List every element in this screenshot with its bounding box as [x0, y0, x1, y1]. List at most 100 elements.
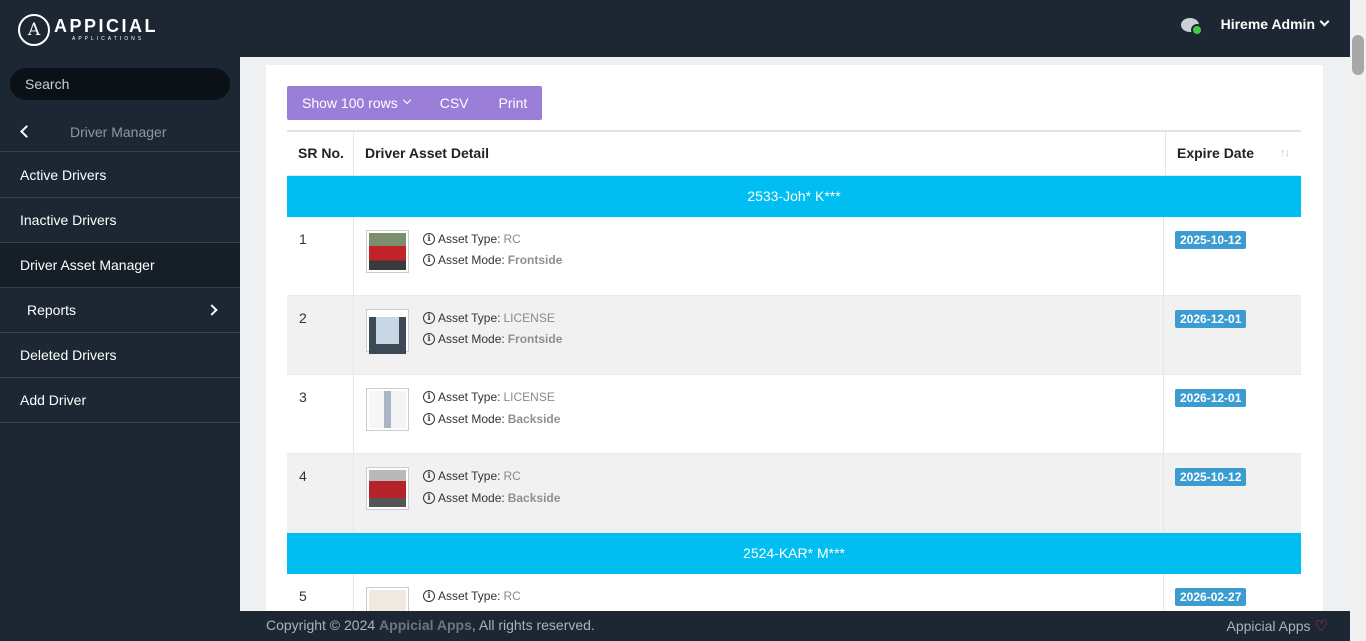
column-header-asset-detail[interactable]: Driver Asset Detail	[354, 132, 1166, 176]
asset-type-value: LICENSE	[503, 390, 555, 404]
expire-date-badge: 2026-12-01	[1175, 310, 1247, 328]
asset-thumbnail[interactable]	[366, 230, 409, 273]
asset-table: SR No. Driver Asset Detail Expire Date ↑…	[287, 130, 1301, 611]
asset-type-value: RC	[503, 232, 521, 246]
expire-date-badge: 2025-10-12	[1175, 231, 1247, 249]
footer: Copyright © 2024 Appicial Apps, All righ…	[240, 611, 1350, 641]
asset-mode-label: Asset Mode:	[438, 253, 505, 267]
asset-cell: i Asset Type: RC i Asset Mode: Frontside	[354, 217, 1164, 295]
asset-type-line: i Asset Type: RC	[423, 469, 521, 483]
user-menu[interactable]: Hireme Admin	[1180, 12, 1330, 36]
sidebar-item-label: Reports	[27, 302, 77, 318]
asset-type-line: i Asset Type: LICENSE	[423, 311, 555, 325]
asset-thumbnail[interactable]	[366, 388, 409, 431]
table-row: 4 i Asset Type: RC i Asset Mode: Backside 20…	[287, 454, 1301, 533]
table-row: 3 i Asset Type: LICENSE i Asset Mode: Backsi…	[287, 375, 1301, 454]
sr-cell: 1	[287, 217, 354, 295]
table-row: 1 i Asset Type: RC i Asset Mode: Frontside 2…	[287, 217, 1301, 296]
chevron-down-icon	[1319, 16, 1330, 26]
asset-type-label: Asset Type:	[438, 311, 501, 325]
asset-mode-value: Backside	[507, 491, 561, 505]
sr-cell: 4	[287, 454, 354, 532]
asset-type-line: i Asset Type: RC	[423, 232, 521, 246]
sidebar: Search Driver Manager Active Drivers Ina…	[0, 57, 240, 641]
page-scrollbar[interactable]	[1350, 0, 1366, 641]
expire-cell: 2025-10-12	[1175, 468, 1247, 486]
asset-thumbnail[interactable]	[366, 587, 409, 611]
sr-cell: 3	[287, 375, 354, 453]
csv-button[interactable]: CSV	[425, 86, 484, 120]
expire-cell: 2025-10-12	[1175, 231, 1247, 249]
copyright-text: Copyright © 2024 Appicial Apps, All righ…	[266, 617, 595, 633]
asset-type-label: Asset Type:	[438, 469, 501, 483]
sr-cell: 5	[287, 574, 354, 611]
asset-mode-line: i Asset Mode: Frontside	[423, 332, 562, 346]
heart-icon: ♡	[1314, 618, 1328, 635]
expire-date-badge: 2025-10-12	[1175, 468, 1247, 486]
asset-type-line: i Asset Type: RC	[423, 589, 521, 603]
logo-mark: A	[18, 14, 50, 46]
asset-thumbnail[interactable]	[366, 309, 409, 354]
asset-type-value: LICENSE	[503, 311, 555, 325]
sidebar-back-row[interactable]: Driver Manager	[0, 112, 240, 152]
column-header-expire-date[interactable]: Expire Date ↑↓	[1166, 132, 1301, 176]
group-row: 2524-KAR* M***	[287, 533, 1301, 574]
sidebar-item-driver-asset-manager[interactable]: Driver Asset Manager	[0, 243, 240, 288]
info-icon: i	[423, 333, 435, 345]
asset-mode-value: Frontside	[507, 332, 563, 346]
column-header-label: Expire Date	[1177, 145, 1255, 161]
sidebar-item-add-driver[interactable]: Add Driver	[0, 378, 240, 423]
table-header: SR No. Driver Asset Detail Expire Date ↑…	[287, 132, 1301, 176]
group-row: 2533-Joh* K***	[287, 176, 1301, 217]
copyright-suffix: , All rights reserved.	[471, 617, 595, 633]
asset-type-line: i Asset Type: LICENSE	[423, 390, 555, 404]
chevron-left-icon[interactable]	[20, 125, 33, 138]
asset-type-value: RC	[503, 469, 521, 483]
chevron-down-icon	[402, 95, 411, 105]
sidebar-item-active-drivers[interactable]: Active Drivers	[0, 153, 240, 198]
scrollbar-thumb[interactable]	[1352, 35, 1364, 75]
user-name: Hireme Admin	[1220, 16, 1315, 32]
sort-icon[interactable]: ↑↓	[1280, 132, 1290, 174]
asset-mode-line: i Asset Mode: Backside	[423, 491, 560, 505]
asset-type-label: Asset Type:	[438, 232, 501, 246]
top-bar: A APPICIAL APPLICATIONS Hireme Admin	[0, 0, 1366, 57]
sidebar-item-deleted-drivers[interactable]: Deleted Drivers	[0, 333, 240, 378]
table-row: 2 i Asset Type: LICENSE i Asset Mode: Fronts…	[287, 296, 1301, 375]
table-row: 5 i Asset Type: RC 2026-02-27	[287, 574, 1301, 611]
expire-cell: 2026-12-01	[1175, 389, 1247, 407]
print-button[interactable]: Print	[484, 86, 543, 120]
sidebar-item-inactive-drivers[interactable]: Inactive Drivers	[0, 198, 240, 243]
show-rows-label: Show 100 rows	[302, 95, 398, 111]
info-icon: i	[423, 254, 435, 266]
logo-title: APPICIAL	[54, 16, 159, 36]
asset-cell: i Asset Type: RC i Asset Mode: Backside	[354, 454, 1164, 532]
app-logo[interactable]: A APPICIAL APPLICATIONS	[18, 14, 158, 46]
asset-thumbnail[interactable]	[366, 467, 409, 510]
info-icon: i	[423, 312, 435, 324]
asset-type-label: Asset Type:	[438, 390, 501, 404]
column-header-sr[interactable]: SR No.	[287, 132, 354, 176]
logo-subtitle: APPLICATIONS	[72, 36, 145, 42]
info-icon: i	[423, 492, 435, 504]
asset-mode-value: Frontside	[507, 253, 563, 267]
asset-mode-label: Asset Mode:	[438, 412, 505, 426]
expire-date-badge: 2026-02-27	[1175, 588, 1247, 606]
copyright-prefix: Copyright © 2024	[266, 617, 380, 633]
sidebar-item-reports[interactable]: Reports	[0, 288, 240, 333]
asset-mode-label: Asset Mode:	[438, 491, 505, 505]
footer-brand-link[interactable]: Appicial Apps	[379, 617, 472, 633]
expire-date-badge: 2026-12-01	[1175, 389, 1247, 407]
sidebar-search-input[interactable]: Search	[10, 68, 230, 100]
info-icon: i	[423, 590, 435, 602]
expire-cell: 2026-02-27	[1175, 588, 1247, 606]
asset-type-value: RC	[503, 589, 521, 603]
show-rows-button[interactable]: Show 100 rows	[287, 86, 425, 120]
info-icon: i	[423, 233, 435, 245]
user-status-icon	[1180, 16, 1205, 36]
table-toolbar: Show 100 rows CSV Print	[287, 86, 543, 120]
asset-cell: i Asset Type: RC	[354, 574, 1164, 611]
sidebar-section-title: Driver Manager	[70, 123, 167, 140]
info-icon: i	[423, 470, 435, 482]
sr-cell: 2	[287, 296, 354, 374]
